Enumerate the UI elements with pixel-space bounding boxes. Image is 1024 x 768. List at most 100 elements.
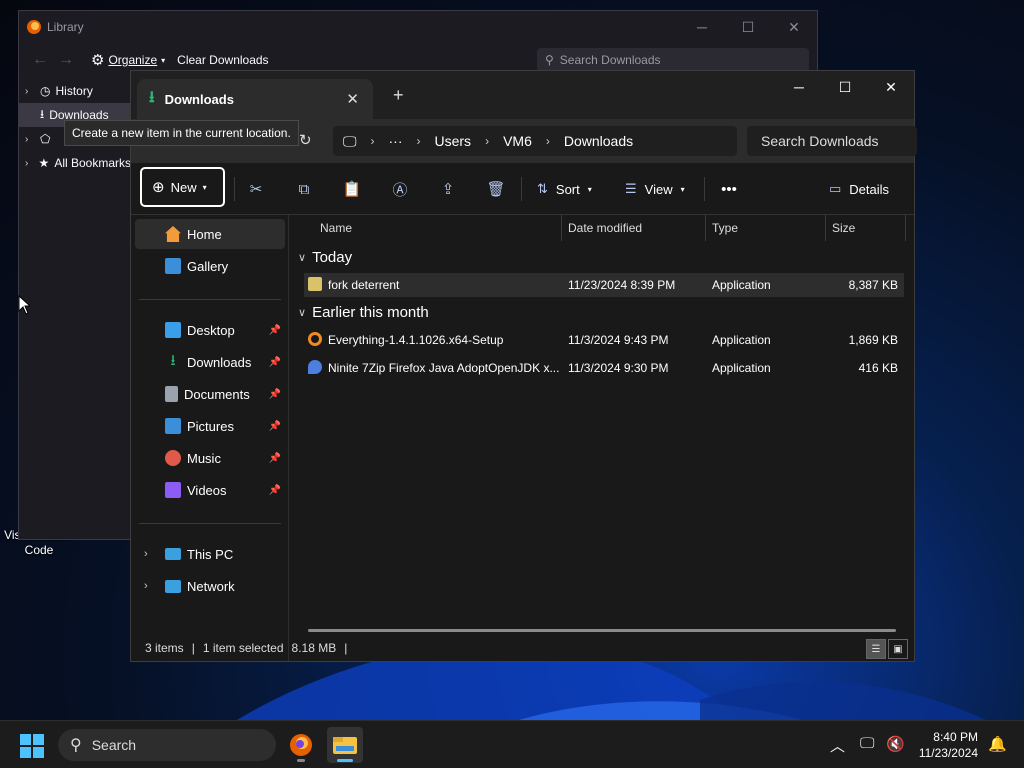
ninite-icon xyxy=(308,360,322,374)
group-label: Earlier this month xyxy=(312,304,429,321)
pin-icon[interactable]: 📌 xyxy=(269,485,281,496)
maximize-button[interactable]: ☐ xyxy=(822,71,868,103)
more-locations-icon[interactable]: ··· xyxy=(389,133,403,149)
view-button[interactable]: ☰ View ▾ xyxy=(625,177,685,201)
expand-arrow-icon[interactable]: › xyxy=(25,86,35,97)
file-row[interactable]: Everything-1.4.1.1026.x64-Setup 11/3/202… xyxy=(304,328,904,352)
file-size: 416 KB xyxy=(858,361,898,375)
clear-downloads-button[interactable]: Clear Downloads xyxy=(177,53,268,67)
file-type: Application xyxy=(712,361,771,375)
expand-arrow-icon[interactable]: › xyxy=(25,134,35,145)
address-bar[interactable]: 🖵 › ··· › Users › VM6 › Downloads xyxy=(333,126,737,156)
windows-start-icon[interactable] xyxy=(20,734,44,758)
tab-downloads[interactable]: ⭳ Downloads ✕ xyxy=(137,79,373,119)
expand-arrow-icon[interactable]: › xyxy=(25,158,34,169)
home-icon xyxy=(165,226,181,242)
file-name: Ninite 7Zip Firefox Java AdoptOpenJDK x.… xyxy=(328,361,560,375)
refresh-icon[interactable]: ↻ xyxy=(299,131,312,149)
collapse-chevron-icon[interactable]: ∨ xyxy=(298,251,306,264)
paste-icon[interactable]: 📋 xyxy=(340,177,364,201)
nav-item-pictures[interactable]: Pictures 📌 xyxy=(135,411,285,441)
taskbar-firefox-button[interactable] xyxy=(283,727,319,763)
delete-icon[interactable]: 🗑 xyxy=(484,177,508,201)
new-button[interactable]: ⊕ New ▾ xyxy=(140,167,225,207)
back-arrow-icon[interactable]: ← xyxy=(27,51,53,69)
more-options-icon[interactable]: ••• xyxy=(717,177,741,201)
horizontal-scrollbar[interactable] xyxy=(308,629,896,632)
nav-item-label: Home xyxy=(187,226,222,242)
status-separator: | xyxy=(344,641,348,655)
organize-button[interactable]: ⚙ Organize ▾ xyxy=(91,51,165,69)
share-icon[interactable]: ⇪ xyxy=(436,177,460,201)
nav-item-music[interactable]: Music 📌 xyxy=(135,443,285,473)
tab-title: Downloads xyxy=(164,91,234,107)
chevron-down-icon: ▾ xyxy=(680,184,685,194)
pin-icon[interactable]: 📌 xyxy=(269,389,281,400)
minimize-button[interactable]: ─ xyxy=(776,71,822,103)
file-row[interactable]: fork deterrent 11/23/2024 8:39 PM Applic… xyxy=(304,273,904,297)
file-date: 11/23/2024 8:39 PM xyxy=(568,278,676,292)
search-input[interactable]: Search Downloads xyxy=(747,126,917,156)
library-close-button[interactable]: ✕ xyxy=(771,11,817,43)
tree-item-all-bookmarks[interactable]: › ★ All Bookmarks xyxy=(19,151,131,175)
column-header-label: Date modified xyxy=(568,221,643,235)
library-minimize-button[interactable]: ─ xyxy=(679,11,725,43)
file-row[interactable]: Ninite 7Zip Firefox Java AdoptOpenJDK x.… xyxy=(304,356,904,380)
new-tab-button[interactable]: + xyxy=(393,85,404,106)
expand-chevron-icon[interactable]: › xyxy=(144,548,148,560)
expand-chevron-icon[interactable]: › xyxy=(144,580,148,592)
column-header-name[interactable]: Name xyxy=(314,215,562,241)
breadcrumb-downloads[interactable]: Downloads xyxy=(564,133,633,149)
active-indicator xyxy=(337,759,353,762)
breadcrumb-vm6[interactable]: VM6 xyxy=(503,133,532,149)
nav-item-documents[interactable]: Documents 📌 xyxy=(135,379,285,409)
nav-item-home[interactable]: Home xyxy=(135,219,285,249)
sort-label: Sort xyxy=(555,181,580,197)
tree-item-history[interactable]: › ◷ History xyxy=(19,79,131,103)
large-icons-view-icon[interactable]: ▣ xyxy=(888,639,908,659)
column-header-size[interactable]: Size xyxy=(826,215,906,241)
nav-item-this-pc[interactable]: › This PC xyxy=(135,539,285,569)
clock-date: 11/23/2024 xyxy=(918,746,978,760)
forward-arrow-icon[interactable]: → xyxy=(53,51,79,69)
group-header-earlier-this-month[interactable]: ∨ Earlier this month xyxy=(298,304,429,321)
rename-icon[interactable]: Ⓐ xyxy=(388,177,412,201)
file-explorer-window[interactable]: ⭳ Downloads ✕ + ─ ☐ ✕ ↻ 🖵 › ··· › Users … xyxy=(130,70,917,662)
group-header-today[interactable]: ∨ Today xyxy=(298,249,352,266)
sort-button[interactable]: ⇅ Sort ▾ xyxy=(537,177,592,201)
view-label: View xyxy=(644,181,673,197)
file-size: 1,869 KB xyxy=(848,333,898,347)
taskbar-clock[interactable]: 8:40 PM 11/23/2024 xyxy=(919,729,978,761)
cut-icon[interactable]: ✂ xyxy=(244,177,268,201)
details-view-icon[interactable]: ☰ xyxy=(866,639,886,659)
chevron-up-icon[interactable]: ︿ xyxy=(830,735,845,756)
pin-icon[interactable]: 📌 xyxy=(269,453,281,464)
file-name: fork deterrent xyxy=(328,278,400,292)
details-pane-button[interactable]: ▭ Details xyxy=(829,177,889,201)
copy-icon[interactable]: ⧉ xyxy=(292,177,316,201)
clock-time: 8:40 PM xyxy=(933,730,978,744)
pin-icon[interactable]: 📌 xyxy=(269,325,281,336)
close-tab-icon[interactable]: ✕ xyxy=(346,90,359,108)
close-button[interactable]: ✕ xyxy=(868,71,914,103)
pin-icon[interactable]: 📌 xyxy=(269,421,281,432)
nav-item-network[interactable]: › Network xyxy=(135,571,285,601)
item-count: 3 items xyxy=(145,641,184,655)
nav-item-desktop[interactable]: Desktop 📌 xyxy=(135,315,285,345)
nav-item-gallery[interactable]: Gallery xyxy=(135,251,285,281)
pictures-folder-icon xyxy=(165,418,181,434)
notification-bell-icon[interactable]: 🔔 xyxy=(988,735,1007,753)
pin-icon[interactable]: 📌 xyxy=(269,357,281,368)
collapse-chevron-icon[interactable]: ∨ xyxy=(298,306,306,319)
library-maximize-button[interactable]: ☐ xyxy=(725,11,771,43)
library-search-input[interactable]: ⚲ Search Downloads xyxy=(537,48,809,72)
column-header-type[interactable]: Type xyxy=(706,215,826,241)
taskbar-file-explorer-button[interactable] xyxy=(327,727,363,763)
taskbar-search-box[interactable]: ⚲ Search xyxy=(58,729,276,761)
nav-item-downloads[interactable]: ⭳ Downloads 📌 xyxy=(135,347,285,377)
network-status-icon[interactable]: 🖵 xyxy=(860,735,874,752)
volume-muted-icon[interactable]: 🔇 xyxy=(886,735,905,753)
column-header-date[interactable]: Date modified xyxy=(562,215,706,241)
breadcrumb-users[interactable]: Users xyxy=(435,133,472,149)
nav-item-videos[interactable]: Videos 📌 xyxy=(135,475,285,505)
